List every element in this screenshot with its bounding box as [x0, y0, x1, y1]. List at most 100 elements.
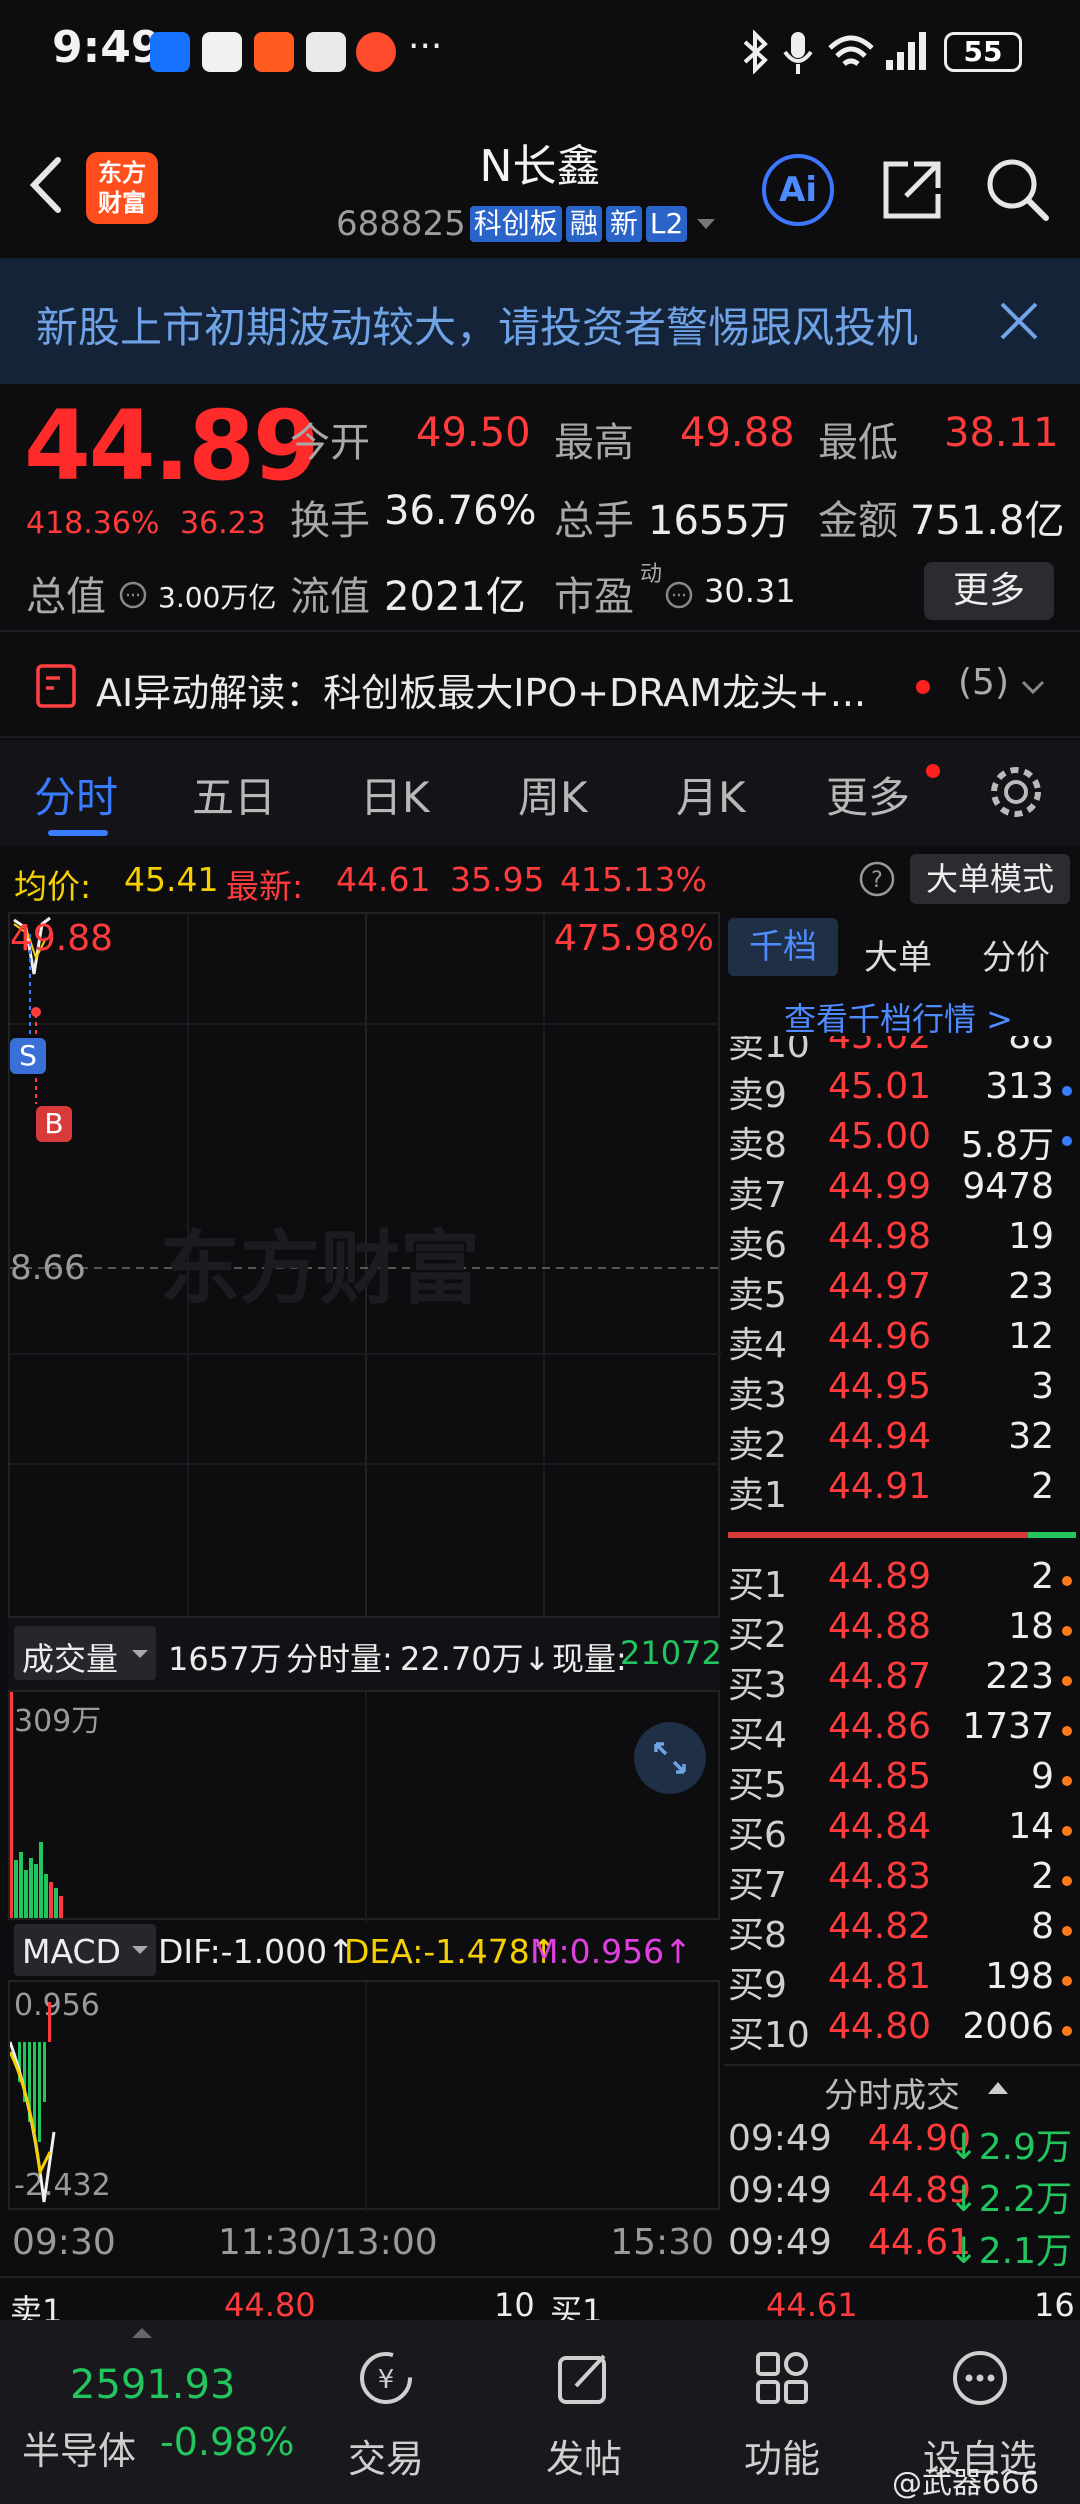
sell-row[interactable]: 卖1 44.91 2 — [724, 1466, 1076, 1516]
buy-level-label: 买4 — [728, 1715, 787, 1756]
sector-index-widget[interactable]: 2591.93 半导体 -0.98% — [0, 2320, 320, 2504]
tab-monthly-k[interactable]: 月K — [676, 764, 746, 825]
sell-row[interactable]: 卖2 44.94 32 — [724, 1416, 1076, 1466]
buy-row[interactable]: 买4 44.86 1737 — [724, 1706, 1076, 1756]
sell-row[interactable]: 卖7 44.99 9478 — [724, 1166, 1076, 1216]
info-icon[interactable] — [664, 580, 694, 610]
app-notification-icon — [150, 32, 190, 72]
sell-marker[interactable]: S — [10, 1038, 46, 1074]
tag-margin: 融 — [565, 206, 602, 242]
ai-insight-row[interactable]: AI异动解读：科创板最大IPO+DRAM龙头+... (5) — [0, 630, 1080, 738]
signal-icon — [886, 32, 926, 70]
intraday-chart[interactable]: 49.88 475.98% 8.66 东方财富 S B — [8, 912, 722, 1620]
sell-row[interactable]: 卖4 44.96 12 — [724, 1316, 1076, 1366]
buy-level-volume: 9 — [1031, 1756, 1054, 1797]
volume-chart[interactable]: 309万 — [8, 1690, 720, 1922]
sell-level-volume: 2 — [1031, 1466, 1054, 1507]
sell-level-label: 卖10 — [728, 1036, 810, 1066]
volume-indicator-selector[interactable]: 成交量 — [14, 1626, 156, 1680]
buy-row[interactable]: 买1 44.89 2 — [724, 1556, 1076, 1606]
tab-intraday[interactable]: 分时 — [34, 764, 118, 825]
buy-row[interactable]: 买8 44.82 8 — [724, 1906, 1076, 1956]
order-flag-dot — [1062, 2026, 1072, 2036]
strip-buy-price: 44.61 — [766, 2286, 858, 2320]
buy-row[interactable]: 买2 44.88 18 — [724, 1606, 1076, 1656]
macd-indicator-selector[interactable]: MACD — [14, 1924, 156, 1976]
sell-level-price: 44.91 — [828, 1466, 932, 1507]
strip-sell-vol: 10 — [494, 2286, 535, 2320]
sell-row[interactable]: 卖9 45.01 313 — [724, 1066, 1076, 1116]
sell-row[interactable]: 卖5 44.97 23 — [724, 1266, 1076, 1316]
app-notification-icon — [254, 32, 294, 72]
nav-functions[interactable]: 功能 — [682, 2320, 882, 2504]
amount-label: 金额 — [818, 498, 898, 544]
help-icon[interactable]: ? — [858, 860, 896, 898]
strip-buy-label: 买1 — [550, 2292, 603, 2320]
tab-price-distribution[interactable]: 分价 — [982, 930, 1050, 979]
order-flag-dot — [1062, 1826, 1072, 1836]
info-icon[interactable] — [118, 580, 148, 610]
high-label: 最高 — [554, 420, 634, 466]
sell-row[interactable]: 卖3 44.95 3 — [724, 1366, 1076, 1416]
buy-row[interactable]: 买6 44.84 14 — [724, 1806, 1076, 1856]
buy-level-volume: 8 — [1031, 1906, 1054, 1947]
sell-row[interactable]: 卖10 45.02 88 — [724, 1036, 1076, 1066]
expand-chart-button[interactable] — [634, 1722, 706, 1794]
fenshi-volume: 22.70万↓ — [400, 1640, 551, 1678]
tag-star-market: 科创板 — [469, 206, 562, 242]
buy-marker[interactable]: B — [36, 1106, 72, 1142]
sell-level-label: 卖1 — [728, 1475, 787, 1516]
pe-value: 30.31 — [704, 572, 796, 610]
share-icon[interactable] — [876, 154, 948, 226]
float-value: 2021亿 — [384, 574, 526, 620]
macd-chart[interactable]: 0.956 -2.432 — [8, 1980, 720, 2212]
quick-quote-strip: 卖1 44.80 10 买1 44.61 16 — [0, 2276, 1080, 2320]
trades-title[interactable]: 分时成交 — [824, 2068, 960, 2117]
buy-level-volume: 198 — [985, 1956, 1054, 1997]
ai-assistant-button[interactable]: Ai — [762, 154, 834, 226]
trade-volume: ↓2.2万 — [948, 2179, 1072, 2220]
sell-row[interactable]: 卖6 44.98 19 — [724, 1216, 1076, 1266]
sell-row[interactable]: 卖8 45.00 5.8万 — [724, 1116, 1076, 1166]
buy-row[interactable]: 买10 44.80 2006 — [724, 2006, 1076, 2056]
sell-level-label: 卖5 — [728, 1275, 787, 1316]
stock-code-row[interactable]: 688825 科创板 融 新 L2 — [336, 202, 721, 246]
search-icon[interactable] — [982, 154, 1054, 226]
more-quote-button[interactable]: 更多 — [924, 562, 1054, 620]
current-price: 44.89 — [24, 390, 320, 502]
buy-row[interactable]: 买5 44.85 9 — [724, 1756, 1076, 1806]
expand-icon — [654, 1742, 686, 1774]
sell-level-price: 44.97 — [828, 1266, 932, 1307]
buy-row[interactable]: 买7 44.83 2 — [724, 1856, 1076, 1906]
change-percent: 418.36% — [26, 506, 160, 541]
buy-level-volume: 2 — [1031, 1856, 1054, 1897]
sell-level-volume: 12 — [1008, 1316, 1054, 1357]
ai-insight-count: (5) — [958, 662, 1009, 703]
tab-five-day[interactable]: 五日 — [192, 764, 276, 825]
close-icon[interactable] — [994, 296, 1044, 346]
bluetooth-icon — [743, 30, 768, 74]
tab-daily-k[interactable]: 日K — [360, 764, 430, 825]
nav-post[interactable]: 发帖 — [484, 2320, 684, 2504]
gear-icon[interactable] — [986, 762, 1046, 822]
tab-more[interactable]: 更多 — [826, 764, 910, 825]
buy-row[interactable]: 买9 44.81 198 — [724, 1956, 1076, 2006]
tab-big-order[interactable]: 大单 — [864, 930, 932, 979]
big-order-mode-button[interactable]: 大单模式 — [910, 854, 1070, 904]
volume-header: 成交量 1657万 分时量: 22.70万↓ 现量: 21072 — [8, 1618, 722, 1690]
quote-panel: 44.89 418.36% 36.23 今开 49.50 最高 49.88 最低… — [0, 384, 1080, 630]
tab-depth[interactable]: 千档 — [728, 918, 838, 976]
volume-selector-label: 成交量 — [22, 1640, 119, 1678]
total-value: 3.00万亿 — [158, 581, 277, 614]
chevron-up-icon — [132, 2328, 152, 2338]
order-flag-dot — [1062, 1976, 1072, 1986]
tab-weekly-k[interactable]: 周K — [518, 764, 588, 825]
active-tab-indicator — [48, 830, 108, 836]
buy-row[interactable]: 买3 44.87 223 — [724, 1656, 1076, 1706]
bottom-nav: 2591.93 半导体 -0.98% ¥ 交易 发帖 功能 设自选 @武器666 — [0, 2320, 1080, 2504]
order-flag-dot — [1062, 1086, 1072, 1096]
nav-trade[interactable]: ¥ 交易 — [286, 2320, 486, 2504]
strip-buy-vol: 16 — [1034, 2286, 1075, 2320]
view-depth-link[interactable]: 查看千档行情 > — [784, 994, 1013, 1040]
low-value: 38.11 — [944, 410, 1059, 456]
